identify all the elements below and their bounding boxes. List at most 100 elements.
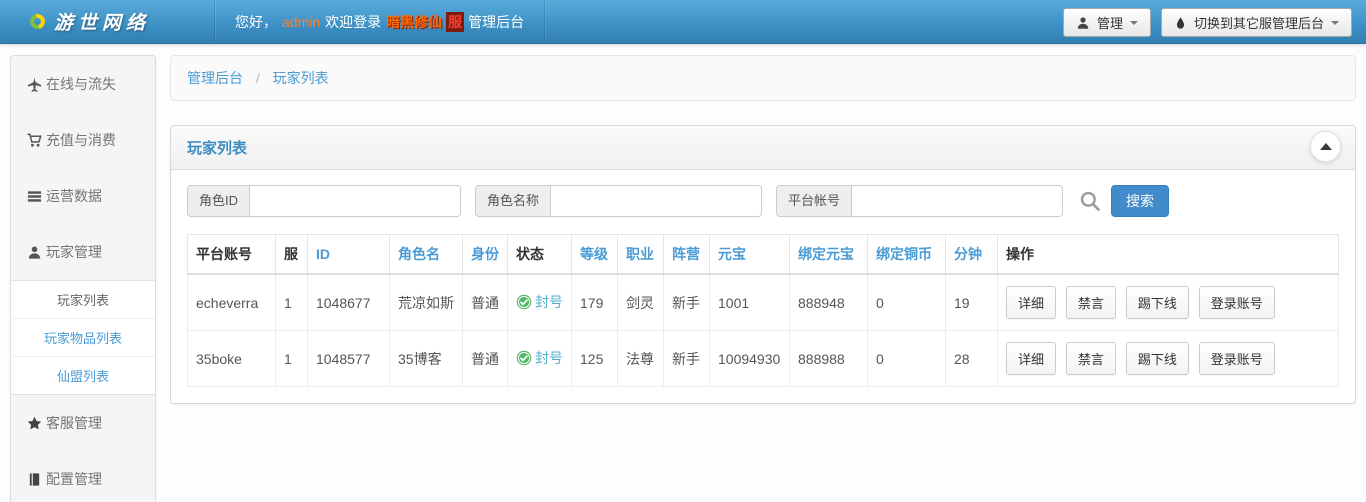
cell-actions: 详细 禁言 踢下线 登录账号: [997, 330, 1339, 387]
role-id-input[interactable]: [249, 185, 462, 217]
chevron-down-icon: [1331, 20, 1339, 25]
detail-button[interactable]: 详细: [1006, 286, 1057, 319]
logo-text: 游世网络: [54, 13, 151, 34]
platform-account-label: 平台帐号: [776, 185, 852, 217]
platform-account-input[interactable]: [851, 185, 1064, 217]
table-row: 35boke 1 1048577 35博客 普通 封号 125 法尊 新手 10…: [187, 330, 1339, 387]
sidebar-item-label: 运营数据: [46, 188, 102, 204]
kick-offline-button[interactable]: 踢下线: [1125, 342, 1189, 375]
switch-server-label: 切换到其它服管理后台: [1193, 16, 1324, 31]
login-account-button[interactable]: 登录账号: [1198, 286, 1275, 319]
column-header-identity[interactable]: 身份: [462, 234, 508, 275]
check-circle-icon: [516, 294, 532, 313]
cell-faction: 新手: [663, 330, 710, 387]
sidebar-item-operation-data[interactable]: 运营数据: [11, 168, 155, 224]
welcome-middle: 欢迎登录: [325, 13, 382, 30]
check-circle-icon: [516, 350, 532, 369]
column-header-platform: 平台账号: [187, 234, 276, 275]
sidebar-item-player-list[interactable]: 玩家列表: [11, 281, 155, 319]
platform-account-group: 平台帐号: [776, 185, 1064, 217]
mute-button[interactable]: 禁言: [1065, 342, 1116, 375]
welcome-server-name: 暗黑修仙: [386, 13, 443, 30]
caret-up-icon: [1319, 143, 1332, 150]
kick-offline-button[interactable]: 踢下线: [1125, 286, 1189, 319]
login-account-button[interactable]: 登录账号: [1198, 342, 1275, 375]
breadcrumb: 管理后台 / 玩家列表: [170, 55, 1356, 101]
search-button[interactable]: 搜索: [1111, 185, 1170, 217]
breadcrumb-current-link[interactable]: 玩家列表: [273, 70, 329, 86]
sidebar-item-customer-service[interactable]: 客服管理: [11, 395, 155, 451]
column-header-bound-yuanbao[interactable]: 绑定元宝: [789, 234, 868, 275]
column-header-id[interactable]: ID: [307, 234, 390, 275]
sidebar-item-online-churn[interactable]: 在线与流失: [11, 56, 155, 112]
logo: 游世网络: [0, 8, 214, 35]
column-header-level[interactable]: 等级: [571, 234, 618, 275]
cell-platform: echeverra: [187, 273, 276, 331]
sidebar-item-player-management[interactable]: 玩家管理: [11, 224, 155, 280]
cell-bound-yuanbao: 888988: [789, 330, 868, 387]
search-row: 角色ID 角色名称 平台帐号 搜索: [171, 170, 1355, 222]
drop-icon: [1176, 16, 1185, 29]
star-icon: [27, 416, 42, 429]
role-name-label: 角色名称: [475, 185, 551, 217]
chevron-down-icon: [1129, 20, 1138, 25]
topbar-divider: [544, 0, 546, 43]
cell-server: 1: [275, 330, 308, 387]
main-content: 管理后台 / 玩家列表 玩家列表 角色ID 角色名称 平台帐号 搜索 平台账号 …: [170, 55, 1356, 404]
cell-job: 剑灵: [617, 273, 664, 331]
cell-status: 封号: [507, 330, 572, 387]
table-row: echeverra 1 1048677 荒凉如斯 普通 封号 179 剑灵 新手…: [187, 273, 1339, 331]
role-id-group: 角色ID: [187, 185, 462, 217]
column-header-minutes[interactable]: 分钟: [945, 234, 998, 275]
role-id-label: 角色ID: [187, 185, 250, 217]
sidebar-item-guild-list[interactable]: 仙盟列表: [11, 357, 155, 394]
role-name-input[interactable]: [550, 185, 763, 217]
topbar-actions: 管理 切换到其它服管理后台: [1062, 8, 1352, 37]
admin-menu-label: 管理: [1096, 16, 1123, 31]
column-header-yuanbao[interactable]: 元宝: [709, 234, 790, 275]
cell-role-name: 35博客: [389, 330, 463, 387]
sidebar-item-recharge-consume[interactable]: 充值与消费: [11, 112, 155, 168]
breadcrumb-separator: /: [255, 70, 260, 86]
welcome-username: admin: [282, 13, 321, 30]
column-header-faction[interactable]: 阵营: [663, 234, 710, 275]
collapse-panel-button[interactable]: [1310, 131, 1341, 162]
cell-yuanbao: 10094930: [709, 330, 790, 387]
cell-platform: 35boke: [187, 330, 276, 387]
cart-icon: [27, 133, 42, 147]
sidebar: 在线与流失 充值与消费 运营数据 玩家管理 玩家列表 玩家物品列表 仙盟列表 客…: [10, 55, 156, 502]
cell-level: 179: [571, 273, 618, 331]
admin-menu-button[interactable]: 管理: [1062, 8, 1151, 37]
player-table: 平台账号 服 ID 角色名 身份 状态 等级 职业 阵营 元宝 绑定元宝 绑定铜…: [187, 234, 1339, 387]
logo-ring-icon: [27, 11, 48, 32]
cell-minutes: 19: [945, 273, 998, 331]
sidebar-item-label: 充值与消费: [46, 132, 116, 148]
cell-role-name: 荒凉如斯: [389, 273, 463, 331]
sidebar-item-player-items-list[interactable]: 玩家物品列表: [11, 319, 155, 357]
magnifier-icon[interactable]: [1079, 190, 1101, 212]
sidebar-item-config-management[interactable]: 配置管理: [11, 451, 155, 502]
mute-button[interactable]: 禁言: [1065, 286, 1116, 319]
topbar: 游世网络 您好， admin 欢迎登录 暗黑修仙 服 管理后台 管理 切换到其它…: [0, 0, 1366, 44]
breadcrumb-root-link[interactable]: 管理后台: [187, 70, 243, 86]
switch-server-button[interactable]: 切换到其它服管理后台: [1160, 8, 1352, 37]
column-header-job[interactable]: 职业: [617, 234, 664, 275]
ban-status-link[interactable]: 封号: [535, 294, 563, 310]
user-icon: [28, 246, 41, 259]
panel-heading: 玩家列表: [171, 126, 1355, 170]
column-header-bound-copper[interactable]: 绑定铜币: [867, 234, 946, 275]
detail-button[interactable]: 详细: [1006, 342, 1057, 375]
player-submenu: 玩家列表 玩家物品列表 仙盟列表: [11, 280, 155, 395]
cell-bound-copper: 0: [867, 273, 946, 331]
cell-identity: 普通: [462, 330, 508, 387]
list-icon: [27, 190, 42, 202]
sidebar-subitem-label: 玩家列表: [56, 293, 109, 308]
cell-identity: 普通: [462, 273, 508, 331]
sidebar-item-label: 客服管理: [46, 415, 102, 431]
column-header-role-name[interactable]: 角色名: [389, 234, 463, 275]
welcome-server-suffix: 服: [446, 11, 465, 32]
cell-faction: 新手: [663, 273, 710, 331]
player-list-panel: 玩家列表 角色ID 角色名称 平台帐号 搜索 平台账号 服 ID 角色名 身份 …: [170, 125, 1356, 404]
ban-status-link[interactable]: 封号: [535, 350, 563, 366]
cell-job: 法尊: [617, 330, 664, 387]
